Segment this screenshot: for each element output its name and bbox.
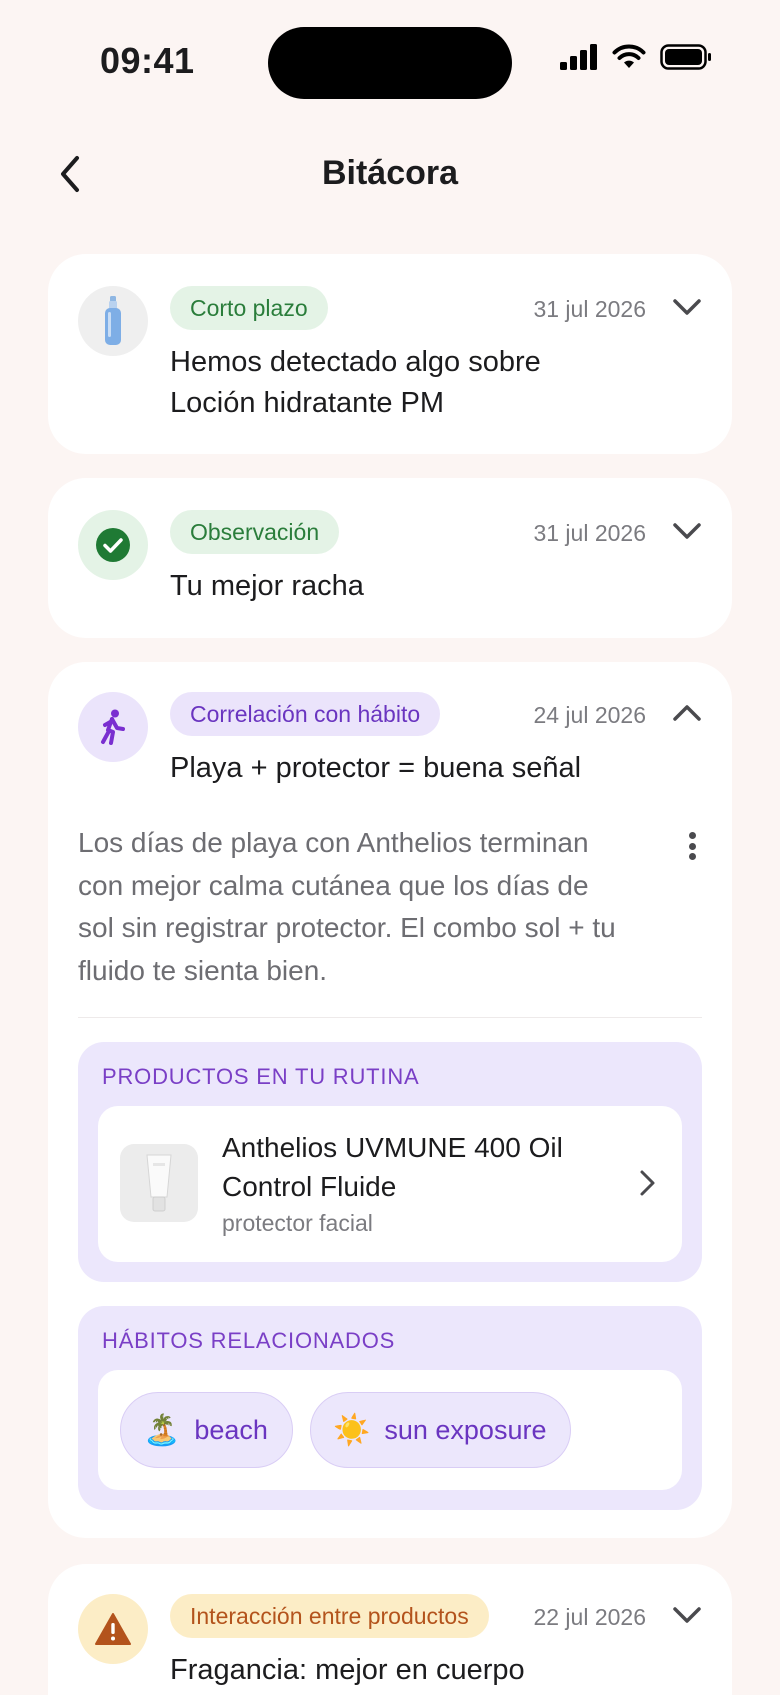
chevron-up-icon[interactable] [670,696,704,730]
category-tag: Correlación con hábito [170,692,441,736]
divider [78,1017,702,1018]
card-title-line: Loción hidratante PM [170,387,445,419]
product-name-line: Anthelios UVMUNE 400 Oil [222,1132,563,1163]
product-name-line: Control Fluide [222,1171,397,1202]
card-icon-container [78,510,148,580]
chevron-down-icon[interactable] [670,1598,704,1632]
habit-label: beach [194,1414,268,1445]
body-line: sol sin registrar protector. El combo so… [78,912,616,943]
card-date: 31 jul 2026 [533,520,646,546]
chevron-right-icon [640,1170,655,1196]
card-title: Tu mejor racha [170,570,364,602]
card-date: 24 jul 2026 [533,702,646,728]
product-category: protector facial [222,1210,373,1236]
insight-card-3[interactable]: Correlación con hábito 24 jul 2026 Playa… [48,662,732,1538]
products-section-label: PRODUCTOS EN TU RUTINA [102,1064,420,1089]
habits-container: 🏝️ beach ☀️ sun exposure [98,1370,682,1490]
dynamic-island [268,27,512,99]
warning-icon [95,1613,131,1645]
insight-card-2[interactable]: Observación 31 jul 2026 Tu mejor racha [48,478,732,638]
card-body-text: Los días de playa con Anthelios terminan… [78,822,658,992]
habits-section-label: HÁBITOS RELACIONADOS [102,1328,396,1353]
habit-chip-beach[interactable]: 🏝️ beach [120,1392,293,1468]
card-icon-container [78,692,148,762]
more-dot [688,853,696,860]
lotion-bottle-icon [105,296,121,345]
card-title: Playa + protector = buena señal [170,752,582,784]
product-thumbnail [120,1144,198,1222]
card-title: Fragancia: mejor en cuerpo [170,1654,525,1686]
habits-section: HÁBITOS RELACIONADOS 🏝️ beach ☀️ sun exp… [78,1306,702,1510]
chevron-down-icon[interactable] [670,514,704,548]
more-options-button[interactable] [682,826,702,866]
card-icon-container [78,1594,148,1664]
habit-chip-sun-exposure[interactable]: ☀️ sun exposure [310,1392,572,1468]
card-date: 31 jul 2026 [533,296,646,322]
card-title: Hemos detectado algo sobre Loción hidrat… [170,342,541,424]
wifi-icon [612,44,646,68]
status-bar: 09:41 [0,0,780,130]
category-tag: Interacción entre productos [170,1594,489,1638]
insight-card-1[interactable]: Corto plazo 31 jul 2026 Hemos detectado … [48,254,732,454]
product-name: Anthelios UVMUNE 400 Oil Control Fluide [222,1128,582,1206]
habit-label: sun exposure [384,1414,547,1445]
island-icon: 🏝️ [143,1413,181,1447]
category-tag: Observación [170,510,340,554]
page-title: Bitácora [321,154,459,192]
card-title-line: Hemos detectado algo sobre [170,346,541,378]
more-dot [688,832,696,839]
more-dot [688,842,696,850]
card-date: 22 jul 2026 [533,1604,646,1630]
body-line: Los días de playa con Anthelios terminan [78,827,589,858]
sunscreen-tube-icon [146,1154,172,1212]
walking-person-icon [101,709,125,745]
chevron-down-icon[interactable] [670,290,704,324]
product-row[interactable]: Anthelios UVMUNE 400 Oil Control Fluide … [98,1106,682,1262]
card-icon-container [78,286,148,356]
sun-icon: ☀️ [333,1413,371,1447]
body-line: fluido te sienta bien. [78,954,328,986]
products-section: PRODUCTOS EN TU RUTINA Anthelios UVMUNE … [78,1042,702,1282]
battery-icon [660,44,711,70]
check-circle-icon [96,528,130,562]
body-line: con mejor calma cutánea que los días de [78,869,589,901]
cellular-signal-icon [560,44,597,70]
insight-card-4[interactable]: Interacción entre productos 22 jul 2026 … [48,1564,732,1695]
status-time: 09:41 [100,40,195,81]
status-icons [560,44,712,70]
nav-header: Bitácora [0,140,780,210]
category-tag: Corto plazo [170,286,328,330]
